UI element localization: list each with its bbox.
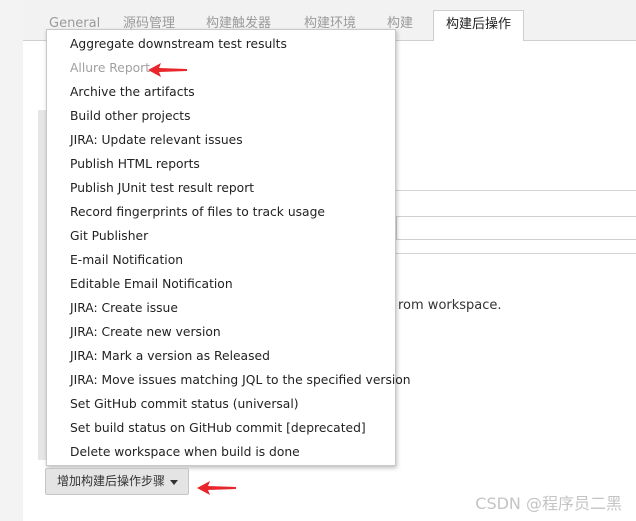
menu-item[interactable]: Editable Email Notification — [70, 273, 233, 295]
section-divider — [396, 190, 636, 191]
menu-item[interactable]: Aggregate downstream test results — [70, 33, 287, 55]
watermark: CSDN @程序员二黑 — [475, 494, 622, 513]
section-divider — [396, 253, 636, 254]
menu-item[interactable]: JIRA: Move issues matching JQL to the sp… — [70, 369, 411, 391]
add-post-build-step-button[interactable]: 增加构建后操作步骤 — [45, 468, 189, 495]
menu-item[interactable]: JIRA: Create new version — [70, 321, 221, 343]
menu-item[interactable]: E-mail Notification — [70, 249, 183, 271]
menu-item[interactable]: Delete workspace when build is done — [70, 441, 300, 463]
option-description-text: rom workspace. — [398, 298, 502, 313]
menu-item[interactable]: Set GitHub commit status (universal) — [70, 393, 299, 415]
menu-item[interactable]: JIRA: Mark a version as Released — [70, 345, 270, 367]
caret-down-icon — [170, 480, 178, 485]
annotation-arrow-icon — [197, 481, 236, 495]
section-indent-bar — [38, 110, 46, 460]
menu-item[interactable]: Publish JUnit test result report — [70, 177, 254, 199]
menu-item[interactable]: Git Publisher — [70, 225, 148, 247]
add-post-build-step-label: 增加构建后操作步骤 — [57, 474, 166, 488]
text-field[interactable] — [396, 216, 636, 240]
menu-item[interactable]: Publish HTML reports — [70, 153, 200, 175]
annotation-arrow-icon — [148, 63, 187, 77]
menu-item[interactable]: JIRA: Create issue — [70, 297, 178, 319]
menu-item[interactable]: JIRA: Update relevant issues — [70, 129, 243, 151]
menu-item[interactable]: Set build status on GitHub commit [depre… — [70, 417, 366, 439]
tab-post-build-actions[interactable]: 构建后操作 — [433, 10, 525, 41]
post-build-actions-menu: Aggregate downstream test results Allure … — [46, 29, 411, 466]
menu-item: Allure Report — [70, 61, 151, 75]
menu-item[interactable]: Record fingerprints of files to track us… — [70, 201, 325, 223]
menu-item[interactable]: Archive the artifacts — [70, 81, 195, 103]
menu-item[interactable]: Build other projects — [70, 105, 191, 127]
